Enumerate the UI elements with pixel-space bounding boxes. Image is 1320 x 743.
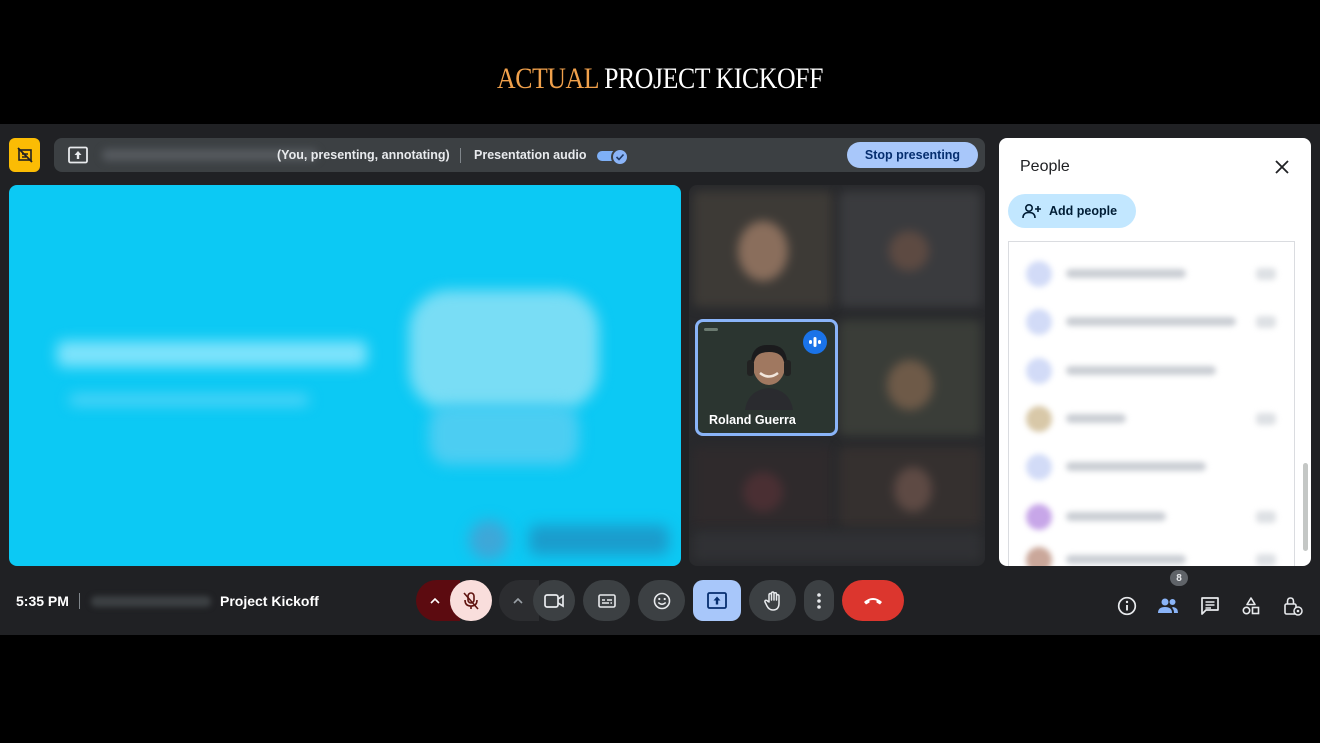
- check-icon: [611, 148, 629, 166]
- captions-icon: [597, 593, 616, 608]
- people-panel: People Add people: [999, 138, 1311, 566]
- host-controls-icon[interactable]: [1282, 595, 1304, 617]
- camera-toggle-button[interactable]: [533, 580, 575, 621]
- list-item[interactable]: [1026, 358, 1276, 384]
- presentation-audio-toggle[interactable]: [597, 148, 629, 166]
- hand-icon: [763, 590, 780, 611]
- microphone-toggle-button[interactable]: [450, 580, 492, 621]
- presentation-audio-label: Presentation audio: [474, 148, 587, 162]
- list-item[interactable]: [1026, 454, 1276, 480]
- more-vert-icon: [817, 592, 821, 609]
- close-icon[interactable]: [1273, 158, 1291, 176]
- annotate-off-icon: [16, 147, 33, 163]
- info-icon[interactable]: [1116, 595, 1138, 617]
- add-people-label: Add people: [1049, 204, 1118, 218]
- participant-tile: [839, 191, 981, 307]
- participant-tile: [693, 191, 833, 307]
- list-item[interactable]: [1026, 309, 1276, 335]
- end-call-icon: [864, 597, 882, 604]
- meet-window: (You, presenting, annotating) Presentati…: [0, 124, 1320, 635]
- list-item[interactable]: [1026, 547, 1276, 566]
- participant-name: Roland Guerra: [709, 413, 796, 427]
- chevron-up-icon: [513, 597, 523, 604]
- tile-label-redacted: [704, 328, 718, 331]
- meeting-name: Project Kickoff: [220, 593, 319, 609]
- more-options-button[interactable]: [804, 580, 834, 621]
- participant-list: [1008, 241, 1295, 566]
- blurred-slide-footer-bar: [529, 525, 669, 555]
- chevron-up-icon: [430, 597, 440, 604]
- divider: [79, 593, 80, 609]
- active-speaker-tile[interactable]: Roland Guerra: [695, 319, 838, 436]
- list-item[interactable]: [1026, 261, 1276, 287]
- participant-count-badge: 8: [1170, 570, 1188, 586]
- headline-accent: ACTUAL: [496, 62, 599, 95]
- bottom-toolbar: 5:35 PM Project Kickoff 8: [0, 566, 1320, 635]
- blurred-slide-text: [69, 395, 309, 405]
- speaking-indicator-icon: [803, 330, 827, 354]
- more-participants-strip[interactable]: [693, 531, 981, 561]
- activities-icon[interactable]: [1240, 595, 1262, 617]
- captions-button[interactable]: [583, 580, 630, 621]
- annotation-toggle-button[interactable]: [9, 138, 40, 172]
- stop-presenting-button[interactable]: Stop presenting: [847, 142, 978, 168]
- reactions-button[interactable]: [638, 580, 685, 621]
- blurred-slide-footer: [469, 520, 509, 560]
- blurred-slide-title: [57, 341, 367, 367]
- meeting-code-redacted: [91, 596, 211, 607]
- presenting-status: (You, presenting, annotating): [277, 148, 450, 162]
- present-screen-icon: [68, 146, 88, 169]
- participant-tile: [839, 320, 981, 436]
- leave-call-button[interactable]: [842, 580, 904, 621]
- people-icon[interactable]: [1157, 595, 1179, 617]
- blurred-slide-image-detail: [429, 405, 579, 465]
- participant-tile: [693, 447, 833, 527]
- participant-tile: [839, 447, 981, 527]
- shared-screen: [9, 185, 681, 566]
- list-item[interactable]: [1026, 406, 1276, 432]
- raise-hand-button[interactable]: [749, 580, 796, 621]
- headline: ACTUAL PROJECT KICKOFF: [92, 62, 1227, 96]
- headline-title: PROJECT KICKOFF: [604, 62, 823, 95]
- blurred-slide-image: [409, 290, 599, 410]
- list-item[interactable]: [1026, 504, 1276, 530]
- present-screen-icon: [707, 592, 727, 609]
- add-person-icon: [1022, 203, 1041, 219]
- panel-scrollbar[interactable]: [1303, 463, 1308, 551]
- add-people-button[interactable]: Add people: [1008, 194, 1136, 228]
- mic-off-icon: [463, 591, 479, 610]
- participant-video: [745, 344, 793, 410]
- panel-title: People: [1020, 158, 1070, 175]
- chat-icon[interactable]: [1199, 595, 1221, 617]
- presentation-bar: (You, presenting, annotating) Presentati…: [54, 138, 985, 172]
- emoji-icon: [653, 592, 670, 609]
- divider: [460, 148, 461, 163]
- present-now-button[interactable]: [693, 580, 741, 621]
- video-camera-icon: [544, 593, 564, 608]
- current-time: 5:35 PM: [16, 593, 69, 609]
